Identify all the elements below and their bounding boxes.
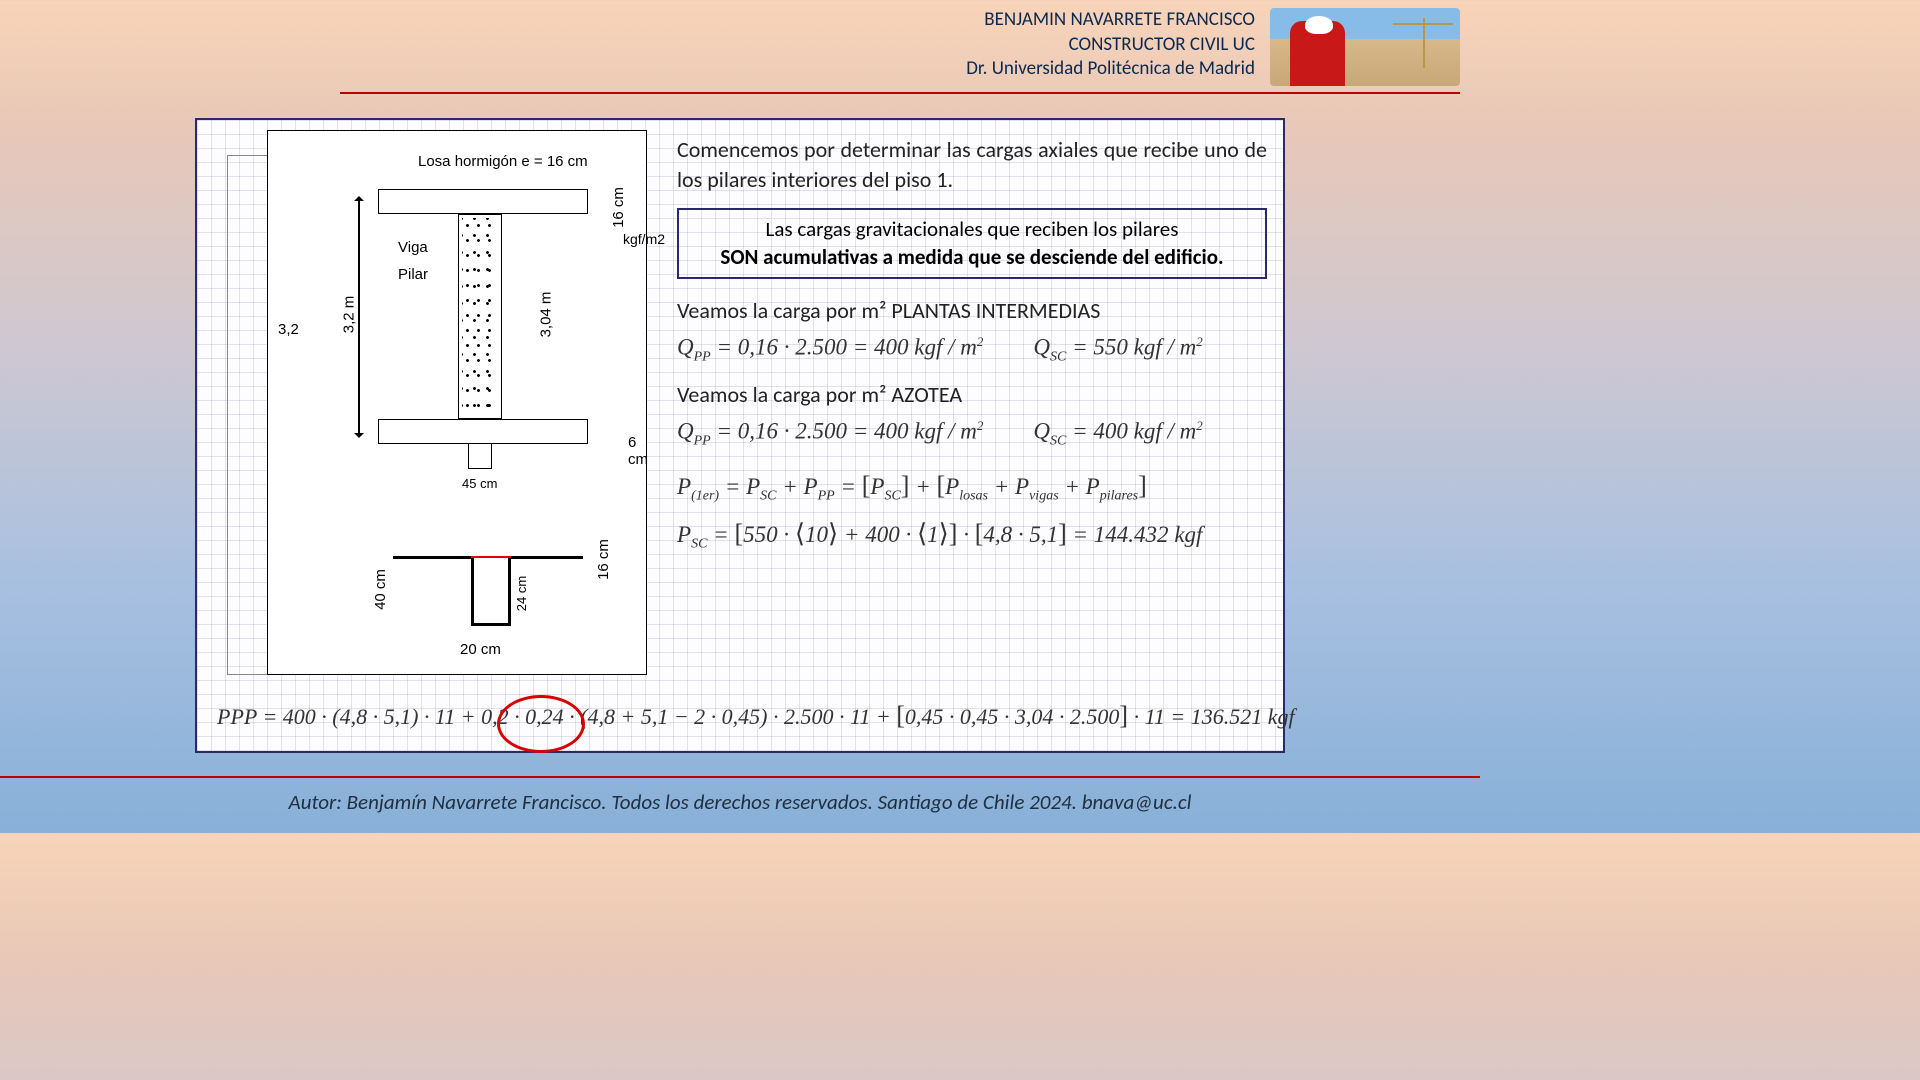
eq-qsc-inter: QSC = 550 kgf / m2 bbox=[1033, 334, 1202, 365]
red-circle-highlight bbox=[497, 695, 585, 753]
eq-p1er: P(1er) = PSC + PPP = [PSC] + [Plosas + P… bbox=[677, 471, 1267, 505]
divider-bottom bbox=[0, 776, 1480, 778]
slab-label: Losa hormigón e = 16 cm bbox=[418, 153, 588, 170]
author-photo bbox=[1270, 8, 1460, 86]
crane-icon bbox=[1423, 18, 1425, 68]
viga-label: Viga bbox=[398, 239, 428, 256]
lower-slab bbox=[378, 419, 588, 444]
explanation-column: Comencemos por determinar las cargas axi… bbox=[677, 135, 1267, 553]
unit-label: kgf/m2 bbox=[623, 231, 665, 247]
dim-floor-height-value: 3,2 m bbox=[340, 296, 357, 334]
dim-floor-height-2: 3,2 bbox=[278, 321, 299, 338]
eq-psc: PSC = [550 · ⟨10⟩ + 400 · ⟨1⟩] · [4,8 · … bbox=[677, 519, 1267, 553]
eq-qpp-inter: QPP = 0,16 · 2.500 = 400 kgf / m2 bbox=[677, 334, 983, 365]
eq-ppp: PPP = 400 · (4,8 · 5,1) · 11 + 0,2 · 0,2… bbox=[217, 701, 1295, 731]
callout-line-2: SON acumulativas a medida que se descien… bbox=[720, 244, 1223, 270]
beam-red-line bbox=[471, 556, 511, 558]
author-affiliation: Dr. Universidad Politécnica de Madrid bbox=[966, 57, 1255, 82]
callout-line-1: Las cargas gravitacionales que reciben l… bbox=[766, 216, 1179, 242]
column-stub bbox=[468, 444, 492, 469]
section-intermediate: Veamos la carga por m² PLANTAS INTERMEDI… bbox=[677, 297, 1267, 324]
author-title: CONSTRUCTOR CIVIL UC bbox=[966, 33, 1255, 58]
slab-below-dim: 6 cm bbox=[628, 434, 648, 468]
beam-web: 24 cm bbox=[514, 576, 529, 611]
intro-paragraph: Comencemos por determinar las cargas axi… bbox=[677, 135, 1267, 194]
upper-slab bbox=[378, 189, 588, 214]
divider-top bbox=[340, 92, 1460, 94]
dim-slab-thickness: 16 cm bbox=[610, 187, 627, 228]
beam-h: 40 cm bbox=[372, 569, 389, 610]
slide-footer: Autor: Benjamín Navarrete Francisco. Tod… bbox=[0, 789, 1480, 815]
column-shape bbox=[458, 214, 502, 419]
slide-header: BENJAMIN NAVARRETE FRANCISCO CONSTRUCTOR… bbox=[966, 8, 1460, 86]
section-roof: Veamos la carga por m² AZOTEA bbox=[677, 381, 1267, 408]
beam-b: 20 cm bbox=[460, 641, 501, 658]
dim-floor-height bbox=[358, 197, 360, 437]
eq-qsc-roof: QSC = 400 kgf / m2 bbox=[1033, 418, 1202, 449]
slab-t2: 16 cm bbox=[595, 539, 612, 580]
pilar-label: Pilar bbox=[398, 266, 428, 283]
slide-body: Losa hormigón e = 16 cm Viga Pilar 3,2 m… bbox=[195, 118, 1285, 753]
structural-diagram: Losa hormigón e = 16 cm Viga Pilar 3,2 m… bbox=[267, 130, 647, 675]
eq-qpp-roof: QPP = 0,16 · 2.500 = 400 kgf / m2 bbox=[677, 418, 983, 449]
dim-clear-height: 3,04 m bbox=[537, 292, 554, 338]
pilar-width: 45 cm bbox=[462, 476, 497, 491]
author-block: BENJAMIN NAVARRETE FRANCISCO CONSTRUCTOR… bbox=[966, 8, 1255, 82]
beam-section bbox=[393, 546, 583, 646]
callout-box: Las cargas gravitacionales que reciben l… bbox=[677, 208, 1267, 279]
author-name: BENJAMIN NAVARRETE FRANCISCO bbox=[966, 8, 1255, 33]
